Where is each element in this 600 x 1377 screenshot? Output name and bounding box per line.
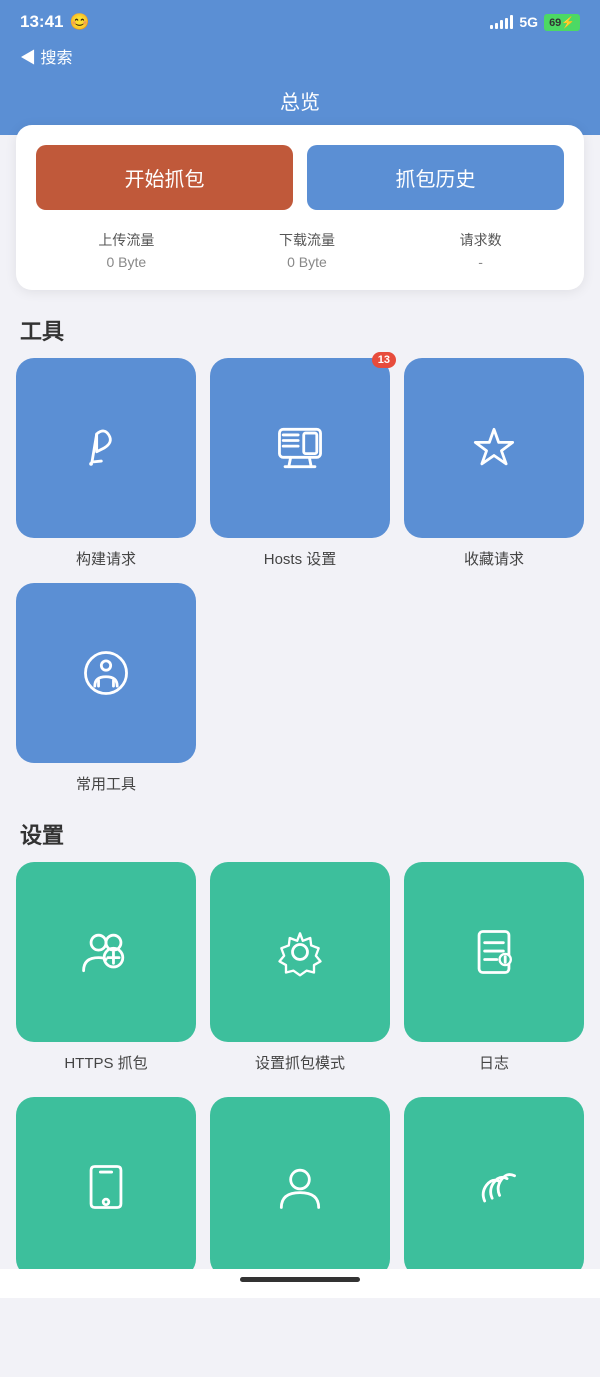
download-stat: 下载流量 0 Byte: [279, 230, 335, 270]
settings-grid: HTTPS 抓包 设置抓包模式 日志: [0, 862, 600, 1097]
download-value: 0 Byte: [279, 254, 335, 270]
hosts-settings-icon-box: [210, 358, 390, 538]
tool-build-request[interactable]: 构建请求: [16, 358, 196, 569]
capture-mode-label: 设置抓包模式: [255, 1052, 345, 1073]
monitor-icon: [272, 420, 328, 476]
start-capture-button[interactable]: 开始抓包: [36, 145, 293, 210]
common-tools-label: 常用工具: [76, 773, 136, 794]
tool-partial-3[interactable]: [404, 1097, 584, 1277]
build-request-icon-box: [16, 358, 196, 538]
gear-icon: [272, 924, 328, 980]
tool-saved-requests[interactable]: 收藏请求: [404, 358, 584, 569]
battery-indicator: 69⚡: [544, 14, 580, 31]
build-request-label: 构建请求: [76, 548, 136, 569]
tool-partial-1[interactable]: [16, 1097, 196, 1277]
partial-icon-1: [16, 1097, 196, 1277]
request-count-stat: 请求数 -: [460, 230, 502, 270]
partial-icon-3: [404, 1097, 584, 1277]
people-icon: [78, 924, 134, 980]
home-bar-container: [0, 1269, 600, 1298]
logs-label: 日志: [479, 1052, 509, 1073]
saved-requests-icon-box: [404, 358, 584, 538]
partial-icon-2: [210, 1097, 390, 1277]
upload-stat: 上传流量 0 Byte: [98, 230, 154, 270]
steam-icon: [466, 1159, 522, 1215]
request-count-value: -: [460, 254, 502, 270]
back-search-label: ◀ 搜索: [20, 50, 72, 67]
capture-history-button[interactable]: 抓包历史: [307, 145, 564, 210]
hosts-badge-wrapper: 13: [210, 358, 390, 538]
common-tools-icon-box: [16, 583, 196, 763]
action-buttons: 开始抓包 抓包历史: [36, 145, 564, 210]
settings-section-title: 设置: [0, 818, 600, 862]
main-card: 开始抓包 抓包历史 上传流量 0 Byte 下载流量 0 Byte 请求数 -: [16, 125, 584, 290]
capture-mode-icon-box: [210, 862, 390, 1042]
status-emoji: 😊: [69, 12, 89, 32]
tool-https-capture[interactable]: HTTPS 抓包: [16, 862, 196, 1073]
phone-icon: [78, 1159, 134, 1215]
https-capture-icon-box: [16, 862, 196, 1042]
bottom-partial-row: [0, 1097, 600, 1377]
tool-hosts-settings[interactable]: 13 Hosts 设置: [210, 358, 390, 569]
upload-value: 0 Byte: [98, 254, 154, 270]
doc-icon: [466, 924, 522, 980]
home-indicator: [240, 1277, 360, 1282]
tools-grid: 构建请求 13 Hosts 设置: [0, 358, 600, 818]
stats-row: 上传流量 0 Byte 下载流量 0 Byte 请求数 -: [36, 230, 564, 270]
star-icon: [466, 420, 522, 476]
time-display: 13:41: [20, 12, 63, 32]
person-icon: [272, 1159, 328, 1215]
tools-section-title: 工具: [0, 314, 600, 358]
https-capture-label: HTTPS 抓包: [64, 1052, 147, 1073]
signal-icon: [490, 15, 513, 29]
tool-partial-2[interactable]: [210, 1097, 390, 1277]
hosts-badge: 13: [372, 352, 396, 368]
download-label: 下载流量: [279, 230, 335, 250]
tool-common-tools[interactable]: 常用工具: [16, 583, 196, 794]
status-bar: 13:41 😊 5G 69⚡: [0, 0, 600, 40]
tool-logs[interactable]: 日志: [404, 862, 584, 1073]
request-count-label: 请求数: [460, 230, 502, 250]
search-bar[interactable]: ◀ 搜索: [0, 40, 600, 76]
logs-icon-box: [404, 862, 584, 1042]
pen-icon: [78, 420, 134, 476]
hosts-settings-label: Hosts 设置: [264, 548, 337, 569]
upload-label: 上传流量: [98, 230, 154, 250]
saved-requests-label: 收藏请求: [464, 548, 524, 569]
network-type: 5G: [519, 14, 538, 30]
tool-capture-mode[interactable]: 设置抓包模式: [210, 862, 390, 1073]
tools-icon: [78, 645, 134, 701]
